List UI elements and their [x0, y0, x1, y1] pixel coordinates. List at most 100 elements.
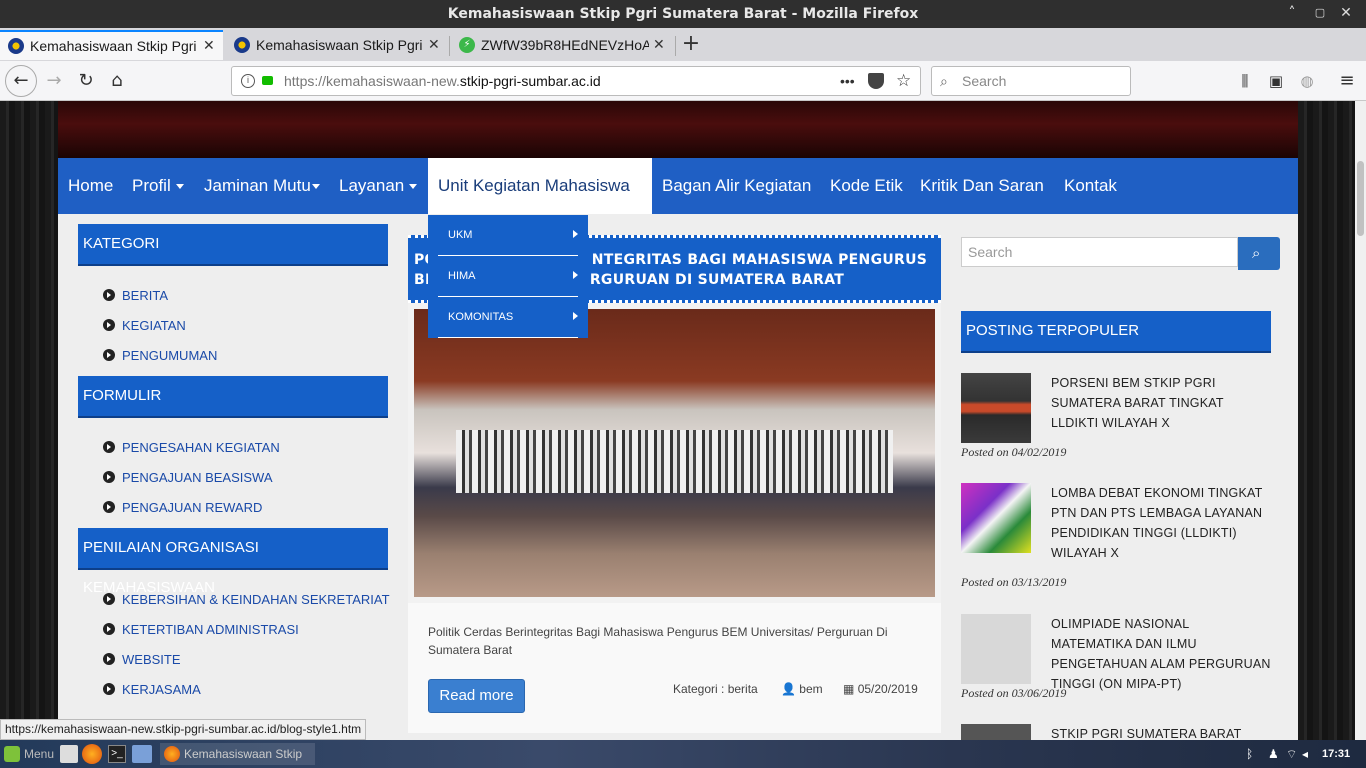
- sidebar-search-input[interactable]: Search: [961, 237, 1238, 267]
- sidebar-link-kerjasama[interactable]: KERJASAMA: [103, 679, 201, 699]
- sidebar-link-ketertiban[interactable]: KETERTIBAN ADMINISTRASI: [103, 619, 299, 639]
- taskbar-window-firefox[interactable]: Kemahasiswaan Stkip Pg...: [160, 743, 315, 765]
- bluetooth-icon[interactable]: ᛒ: [1246, 743, 1253, 765]
- firefox-launcher-icon[interactable]: [82, 744, 102, 764]
- popular-post-thumbnail[interactable]: [961, 724, 1031, 740]
- menu-item-bagan-alir-kegiatan[interactable]: Bagan Alir Kegiatan: [662, 158, 811, 214]
- tab-kemahasiswaan-2[interactable]: Kemahasiswaan Stkip Pgri Su ✕: [226, 30, 448, 60]
- popular-post-date: Posted on 03/06/2019: [961, 686, 1067, 700]
- section-title-formulir: FORMULIR: [78, 376, 388, 418]
- tab-zwfw[interactable]: ⚡ ZWfW39bR8HEdNEVzHoA2-3( ✕: [451, 30, 673, 60]
- navigation-toolbar: ← → ↻ ⌂ i https://kemahasiswaan-new.stki…: [0, 61, 1366, 101]
- close-icon[interactable]: ✕: [203, 38, 217, 54]
- files-launcher-icon[interactable]: [132, 745, 152, 763]
- read-more-button[interactable]: Read more: [428, 679, 525, 713]
- info-icon[interactable]: i: [241, 74, 255, 88]
- post-author[interactable]: 👤 bem: [781, 682, 823, 696]
- globe-icon[interactable]: ◍: [1293, 67, 1321, 95]
- close-icon[interactable]: ✕: [653, 37, 667, 53]
- popular-post[interactable]: STKIP PGRI SUMATERA BARAT: [961, 724, 1281, 740]
- menu-item-kontak[interactable]: Kontak: [1064, 158, 1117, 214]
- sidebar-link-kegiatan[interactable]: KEGIATAN: [103, 315, 186, 335]
- search-input[interactable]: ⌕ Search: [931, 66, 1131, 96]
- sidebar-link-pengesahan-kegiatan[interactable]: PENGESAHAN KEGIATAN: [103, 437, 280, 457]
- tab-kemahasiswaan-1[interactable]: Kemahasiswaan Stkip Pgri Su ✕: [0, 30, 223, 60]
- post-title-text: RGURUAN DI SUMATERA BARAT: [589, 272, 845, 288]
- menu-item-jaminan-mutu[interactable]: Jaminan Mutu: [204, 158, 320, 214]
- sidebar-link-label: BERITA: [122, 287, 168, 303]
- show-desktop-icon[interactable]: [60, 745, 78, 763]
- sidebar-link-website[interactable]: WEBSITE: [103, 649, 181, 669]
- popular-post[interactable]: LOMBA DEBAT EKONOMI TINGKAT PTN DAN PTS …: [961, 483, 1281, 593]
- scrollbar-thumb[interactable]: [1357, 161, 1364, 236]
- sidebar-search-button[interactable]: ⌕: [1238, 237, 1280, 270]
- sidebar-link-kebersihan[interactable]: KEBERSIHAN & KEINDAHAN SEKRETARIAT: [103, 589, 390, 609]
- header-banner: [58, 101, 1298, 158]
- close-icon[interactable]: ✕: [428, 37, 442, 53]
- content-area: KATEGORI BERITA KEGIATAN PENGUMUMAN FORM…: [58, 214, 1298, 740]
- lock-icon[interactable]: [262, 76, 273, 85]
- popular-post-title[interactable]: PORSENI BEM STKIP PGRI SUMATERA BARAT TI…: [1051, 373, 1271, 433]
- menu-icon[interactable]: ≡: [1333, 67, 1361, 95]
- pocket-icon[interactable]: [868, 73, 884, 89]
- tab-label: Kemahasiswaan Stkip Pgri Su: [256, 37, 424, 53]
- menu-item-label: Layanan: [339, 176, 405, 195]
- page-scrollbar[interactable]: [1355, 101, 1366, 740]
- sidebar-link-pengajuan-beasiswa[interactable]: PENGAJUAN BEASISWA: [103, 467, 273, 487]
- dropdown-item-ukm[interactable]: UKM: [428, 215, 588, 256]
- sidebar-link-berita[interactable]: BERITA: [103, 285, 168, 305]
- caret-down-icon: [409, 184, 418, 190]
- reload-button[interactable]: ↻: [72, 67, 100, 95]
- menu-item-kritik-dan-saran[interactable]: Kritik Dan Saran: [920, 158, 1044, 214]
- home-button[interactable]: ⌂: [103, 67, 131, 95]
- menu-item-kode-etik[interactable]: Kode Etik: [830, 158, 903, 214]
- sidebar-icon[interactable]: ▣: [1262, 67, 1290, 95]
- new-tab-button[interactable]: +: [680, 30, 702, 60]
- popular-post-thumbnail[interactable]: [961, 373, 1031, 443]
- bookmark-star-icon[interactable]: ☆: [896, 67, 911, 95]
- arrow-circle-icon: [103, 623, 115, 635]
- sidebar-link-pengajuan-reward[interactable]: PENGAJUAN REWARD: [103, 497, 262, 517]
- user-icon[interactable]: ♟: [1268, 743, 1279, 765]
- close-window-button[interactable]: ✕: [1334, 0, 1358, 28]
- sidebar-link-pengumuman[interactable]: PENGUMUMAN: [103, 345, 217, 365]
- popular-post-title[interactable]: STKIP PGRI SUMATERA BARAT: [1051, 724, 1271, 740]
- popular-post[interactable]: OLIMPIADE NASIONAL MATEMATIKA DAN ILMU P…: [961, 614, 1281, 714]
- library-icon[interactable]: ⫼: [1231, 67, 1259, 95]
- popular-post[interactable]: PORSENI BEM STKIP PGRI SUMATERA BARAT TI…: [961, 373, 1281, 473]
- back-button[interactable]: ←: [5, 65, 37, 97]
- menu-item-layanan[interactable]: Layanan: [339, 158, 418, 214]
- page-actions-button[interactable]: •••: [840, 67, 855, 95]
- clock[interactable]: 17:31: [1322, 743, 1350, 765]
- popular-post-title[interactable]: LOMBA DEBAT EKONOMI TINGKAT PTN DAN PTS …: [1051, 483, 1271, 563]
- network-icon[interactable]: ⌔: [1286, 743, 1297, 765]
- popular-post-thumbnail[interactable]: [961, 614, 1031, 684]
- popular-post-thumbnail[interactable]: [961, 483, 1031, 553]
- url-bar[interactable]: i https://kemahasiswaan-new.stkip-pgri-s…: [231, 66, 921, 96]
- dropdown-item-hima[interactable]: HIMA: [428, 256, 588, 297]
- forward-button[interactable]: →: [40, 67, 68, 95]
- post-image[interactable]: [408, 303, 941, 603]
- terminal-launcher-icon[interactable]: >_: [108, 745, 126, 763]
- mint-menu-icon[interactable]: [4, 746, 20, 762]
- dropdown-item-komonitas[interactable]: KOMONITAS: [428, 297, 588, 338]
- post-title-text: NTEGRITAS BAGI MAHASISWA PENGURUS: [591, 252, 928, 268]
- menu-item-home[interactable]: Home: [68, 158, 113, 214]
- popular-post-title[interactable]: OLIMPIADE NASIONAL MATEMATIKA DAN ILMU P…: [1051, 614, 1271, 694]
- right-background: [1298, 101, 1355, 740]
- volume-icon[interactable]: ◂: [1302, 743, 1308, 765]
- menu-item-unit-kegiatan-mahasiswa[interactable]: Unit Kegiatan Mahasiswa: [428, 158, 652, 214]
- window-title: Kemahasiswaan Stkip Pgri Sumatera Barat …: [0, 0, 1366, 28]
- menu-item-profil[interactable]: Profil: [132, 158, 184, 214]
- tab-bar: Kemahasiswaan Stkip Pgri Su ✕ Kemahasisw…: [0, 28, 1366, 61]
- arrow-circle-icon: [103, 289, 115, 301]
- tab-label: ZWfW39bR8HEdNEVzHoA2-3(: [481, 37, 649, 53]
- start-menu-button[interactable]: Menu: [24, 743, 54, 765]
- post-category[interactable]: Kategori : berita: [673, 682, 758, 696]
- calendar-icon: ▦: [843, 682, 855, 696]
- arrow-circle-icon: [103, 683, 115, 695]
- sidebar-link-label: KEGIATAN: [122, 317, 186, 333]
- minimize-window-button[interactable]: ˄: [1280, 0, 1304, 28]
- dropdown-item-label: KOMONITAS: [448, 311, 514, 323]
- search-placeholder: Search: [962, 73, 1007, 89]
